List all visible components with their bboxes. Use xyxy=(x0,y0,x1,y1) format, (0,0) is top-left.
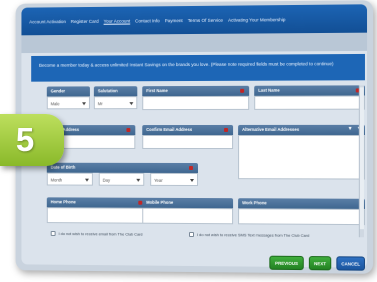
cancel-button[interactable]: CANCEL xyxy=(336,256,365,271)
salutation-label-text: Salutation xyxy=(97,88,118,94)
home-phone-field[interactable] xyxy=(46,207,148,224)
dob-year-value: Year xyxy=(154,177,163,183)
last-name-field[interactable] xyxy=(254,95,365,110)
dob-month-value: Month xyxy=(50,177,63,183)
next-button[interactable]: NEXT xyxy=(308,256,332,271)
salutation-label: Salutation xyxy=(93,86,138,97)
form-area: Become a member today & access unlimited… xyxy=(21,50,368,271)
dob-year-select[interactable]: Year xyxy=(150,172,198,187)
dob-label: Date of Birth xyxy=(46,162,198,174)
home-phone-label: Home Phone xyxy=(46,197,148,208)
mobile-phone-label: Mobile Phone xyxy=(142,197,234,209)
required-icon xyxy=(240,88,245,93)
chevron-down-icon[interactable]: ▼ xyxy=(348,126,353,132)
alt-email-label: Alternative Email Addresses ▼ ▼ xyxy=(238,124,365,135)
mobile-phone-field[interactable] xyxy=(142,207,234,225)
chevron-down-icon xyxy=(190,178,194,183)
dob-day-value: Day xyxy=(102,177,111,183)
tab-bar: Account Activation Register Card Your Ac… xyxy=(21,4,368,36)
last-name-label-text: Last Name xyxy=(258,87,280,93)
step-badge: 5 xyxy=(0,114,64,166)
page-scrollbar[interactable] xyxy=(358,85,364,238)
work-phone-label: Work Phone xyxy=(238,198,365,209)
work-phone-label-text: Work Phone xyxy=(242,200,267,206)
header-band xyxy=(21,32,368,54)
dob-label-text: Date of Birth xyxy=(50,164,76,170)
last-name-label: Last Name xyxy=(254,85,365,96)
checkbox-icon[interactable] xyxy=(189,231,194,238)
checkbox-icon[interactable] xyxy=(50,230,56,236)
previous-button[interactable]: PREVIOUS xyxy=(269,255,304,271)
chevron-down-icon xyxy=(129,102,134,106)
tab-register-card[interactable]: Register Card xyxy=(71,18,99,23)
gender-value: Male xyxy=(50,101,60,107)
sms-optout-label: I do not wish to receive SMS Text messag… xyxy=(196,232,310,238)
email-optout-label: I do not wish to receive email from The … xyxy=(58,231,143,237)
tab-terms-of-service[interactable]: Terms Of Service xyxy=(188,17,223,22)
required-icon xyxy=(189,165,193,171)
intro-text: Become a member today & access unlimited… xyxy=(31,53,365,82)
chevron-down-icon xyxy=(82,102,86,106)
home-phone-label-text: Home Phone xyxy=(50,199,76,205)
gender-label: Gender xyxy=(46,86,90,97)
gender-select[interactable]: Male xyxy=(46,96,90,110)
alt-email-label-text: Alternative Email Addresses xyxy=(242,126,300,132)
alt-email-textarea[interactable] xyxy=(238,134,365,180)
tab-your-account[interactable]: Your Account xyxy=(104,18,131,23)
dob-month-select[interactable]: Month xyxy=(46,172,93,186)
confirm-email-field[interactable] xyxy=(142,134,234,150)
tab-activating-membership[interactable]: Activating Your Membership xyxy=(228,17,285,23)
first-name-label-text: First Name xyxy=(146,88,168,94)
chevron-down-icon xyxy=(136,178,141,182)
confirm-email-label-text: Confirm Email Address xyxy=(146,126,193,133)
tab-account-activation[interactable]: Account Activation xyxy=(29,19,66,24)
tab-contact-info[interactable]: Contact Info xyxy=(135,18,160,23)
first-name-field[interactable] xyxy=(142,95,250,111)
chevron-down-icon xyxy=(85,178,89,182)
salutation-value: Mr xyxy=(97,101,103,107)
first-name-label: First Name xyxy=(142,85,250,97)
work-phone-field[interactable] xyxy=(238,208,365,226)
sms-optout-checkbox[interactable]: I do not wish to receive SMS Text messag… xyxy=(189,231,310,238)
confirm-email-label: Confirm Email Address xyxy=(142,124,234,136)
mobile-phone-label-text: Mobile Phone xyxy=(146,199,174,205)
required-icon xyxy=(126,128,131,133)
dob-day-select[interactable]: Day xyxy=(98,172,145,186)
gender-label-text: Gender xyxy=(50,88,66,94)
scrollbar-thumb[interactable] xyxy=(359,87,364,230)
email-optout-checkbox[interactable]: I do not wish to receive email from The … xyxy=(50,230,143,237)
step-number: 5 xyxy=(15,121,35,158)
registration-window: Account Activation Register Card Your Ac… xyxy=(15,0,374,274)
required-icon xyxy=(224,127,229,132)
salutation-select[interactable]: Mr xyxy=(93,96,138,110)
tab-payment[interactable]: Payment xyxy=(165,18,183,23)
